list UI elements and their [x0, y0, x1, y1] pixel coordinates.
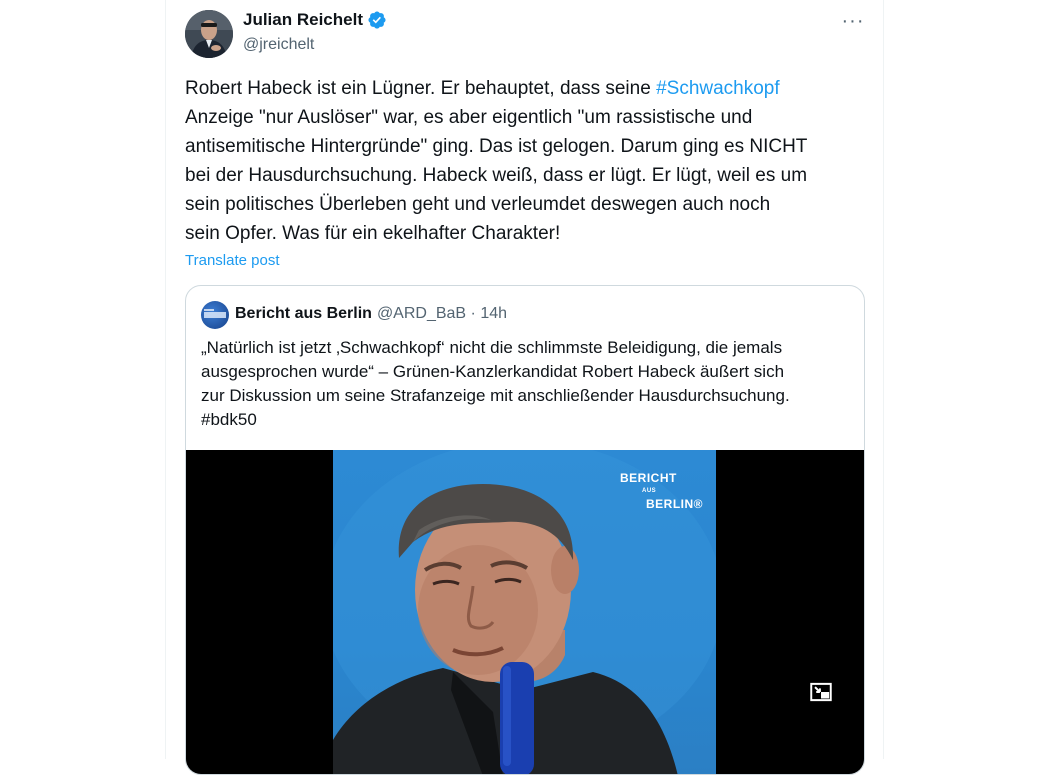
video-channel-logo: BERICHT AUS BERLIN® [620, 472, 703, 511]
video-logo-line2: BERLIN® [646, 497, 704, 511]
tweet-text: Robert Habeck ist ein Lügner. Er behaupt… [185, 74, 875, 248]
video-logo-line1: BERICHT [620, 471, 677, 485]
quoted-author-name[interactable]: Bericht aus Berlin [235, 305, 372, 323]
author-name[interactable]: Julian Reichelt [243, 10, 363, 30]
avatar-image [185, 10, 233, 58]
quoted-post[interactable]: Bericht aus Berlin @ARD_BaB · 14h „Natür… [185, 285, 865, 775]
quoted-author-avatar[interactable] [201, 301, 229, 329]
translate-post-link[interactable]: Translate post [185, 252, 280, 269]
quoted-header: Bericht aus Berlin @ARD_BaB · 14h [235, 305, 507, 323]
hashtag-link[interactable]: #Schwachkopf [656, 78, 780, 99]
tweet-text-rest: Anzeige "nur Auslöser" war, es aber eige… [185, 107, 808, 244]
picture-in-picture-icon[interactable] [798, 669, 844, 715]
quoted-author-meta[interactable]: @ARD_BaB · 14h [377, 305, 507, 323]
video-frame: BERICHT AUS BERLIN® [333, 450, 716, 774]
more-options-icon[interactable]: ··· [838, 8, 868, 34]
quoted-avatar-logo-icon [204, 309, 226, 318]
video-player[interactable]: BERICHT AUS BERLIN® [186, 450, 864, 774]
author-handle[interactable]: @jreichelt [243, 36, 314, 54]
author-avatar[interactable] [185, 10, 233, 58]
tweet-text-start: Robert Habeck ist ein Lügner. Er behaupt… [185, 78, 657, 99]
quoted-text: „Natürlich ist jetzt ‚Schwachkopf‘ nicht… [201, 338, 790, 429]
verified-badge-icon [367, 10, 387, 30]
author-name-row: Julian Reichelt [243, 10, 387, 30]
